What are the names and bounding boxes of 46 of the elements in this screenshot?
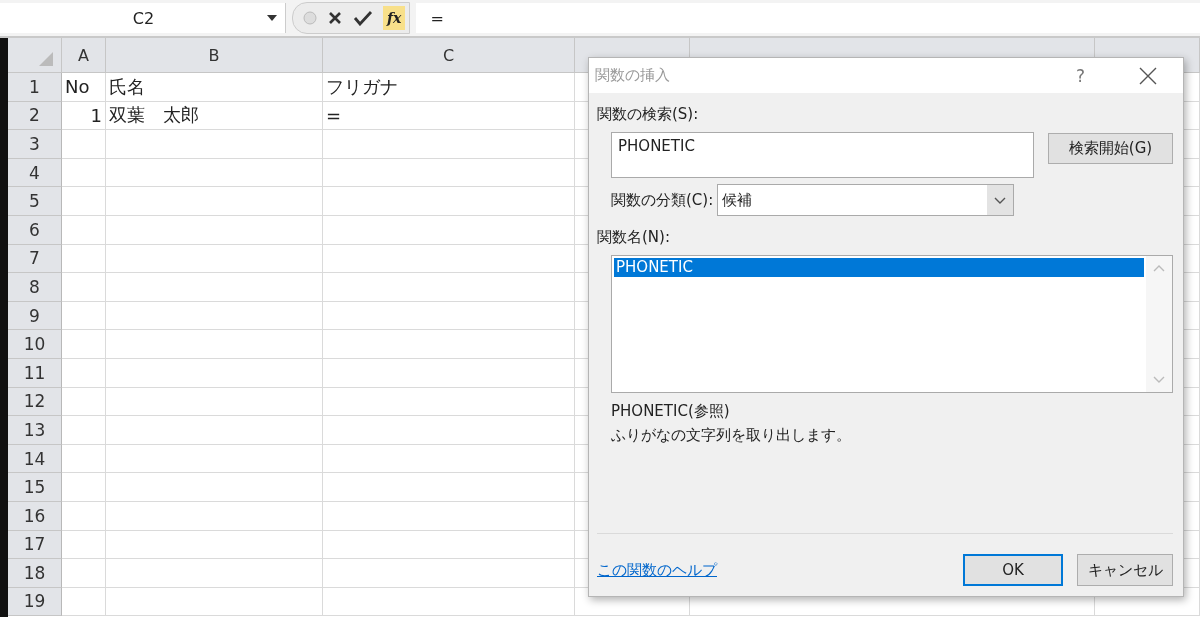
name-box[interactable]: C2 bbox=[0, 3, 286, 33]
row-header[interactable]: 12 bbox=[8, 387, 62, 417]
search-button[interactable]: 検索開始(G) bbox=[1048, 133, 1173, 164]
row-header[interactable]: 11 bbox=[8, 358, 62, 388]
row-header[interactable]: 9 bbox=[8, 301, 62, 331]
row-header[interactable]: 1 bbox=[8, 73, 62, 102]
ok-button[interactable]: OK bbox=[963, 554, 1063, 586]
category-dropdown[interactable]: 候補 bbox=[717, 184, 1015, 216]
table-cell[interactable]: No bbox=[62, 73, 106, 102]
function-item[interactable]: PHONETIC bbox=[614, 258, 1144, 277]
row-header[interactable]: 17 bbox=[8, 530, 62, 560]
table-cell[interactable]: 1 bbox=[62, 101, 106, 131]
function-list[interactable]: PHONETIC bbox=[611, 255, 1173, 393]
table-cell[interactable]: フリガナ bbox=[323, 73, 575, 102]
row-header[interactable]: 18 bbox=[8, 559, 62, 588]
dialog-title: 関数の挿入 bbox=[595, 66, 671, 85]
row-header[interactable]: 3 bbox=[8, 130, 62, 159]
function-list-label: 関数名(N): bbox=[597, 228, 671, 247]
row-header[interactable]: 4 bbox=[8, 158, 62, 188]
column-header[interactable]: B bbox=[106, 38, 323, 72]
function-description: ふりがなの文字列を取り出します。 bbox=[611, 425, 851, 446]
row-header[interactable]: 2 bbox=[8, 101, 62, 131]
row-header[interactable]: 6 bbox=[8, 215, 62, 245]
cancel-button[interactable]: キャンセル bbox=[1077, 554, 1173, 586]
formula-field[interactable]: = bbox=[416, 3, 1200, 33]
row-header[interactable]: 8 bbox=[8, 273, 62, 302]
function-signature: PHONETIC(参照) bbox=[611, 401, 730, 422]
row-header[interactable]: 10 bbox=[8, 330, 62, 359]
row-header[interactable]: 14 bbox=[8, 444, 62, 474]
row-header[interactable]: 5 bbox=[8, 187, 62, 216]
table-cell[interactable]: 氏名 bbox=[106, 73, 323, 102]
category-label: 関数の分類(C): bbox=[611, 190, 714, 210]
table-cell[interactable]: 双葉 太郎 bbox=[106, 101, 323, 131]
insert-function-button[interactable]: fx bbox=[383, 6, 406, 30]
row-header[interactable]: 19 bbox=[8, 587, 62, 617]
row-header[interactable]: 16 bbox=[8, 501, 62, 531]
row-header[interactable]: 13 bbox=[8, 416, 62, 445]
row-header[interactable]: 15 bbox=[8, 473, 62, 502]
column-header[interactable]: C bbox=[323, 38, 575, 72]
search-field[interactable]: PHONETIC bbox=[611, 132, 1034, 178]
search-label: 関数の検索(S): bbox=[597, 105, 700, 124]
row-header[interactable]: 7 bbox=[8, 244, 62, 274]
table-cell[interactable]: = bbox=[323, 101, 575, 131]
help-link[interactable]: この関数のヘルプ bbox=[597, 560, 717, 580]
help-button[interactable]: ? bbox=[1075, 65, 1085, 86]
column-header[interactable]: A bbox=[62, 38, 106, 72]
